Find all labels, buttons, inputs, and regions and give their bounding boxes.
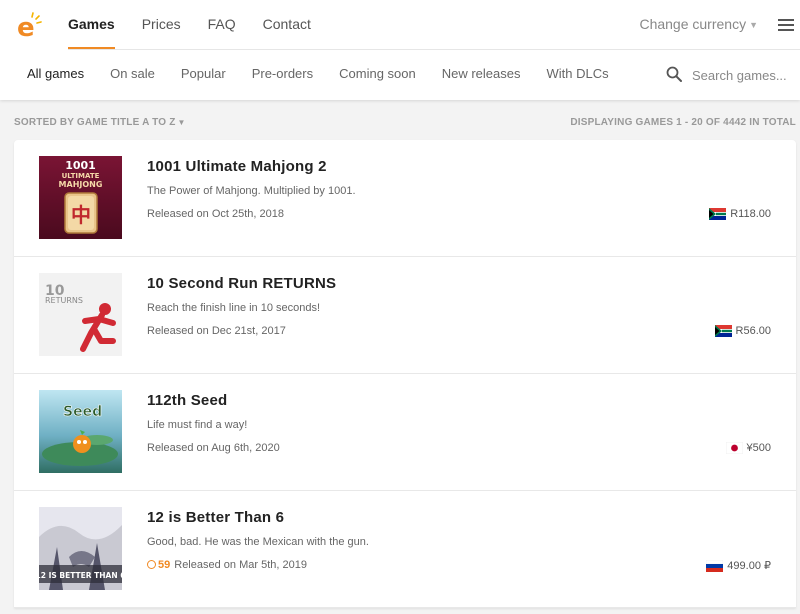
price: ¥500: [725, 442, 771, 454]
release-date: Released on Mar 5th, 2019: [174, 559, 307, 571]
top-bar: e Games Prices FAQ Contact Change curren…: [0, 0, 800, 100]
cover-text: Seed: [63, 404, 102, 420]
cover-text: ULTIMATE: [62, 172, 100, 180]
price: R56.00: [714, 325, 771, 337]
game-list: 1001 ULTIMATE MAHJONG 中 1001 Ultimate Ma…: [14, 140, 796, 608]
russia-flag-icon: [706, 559, 724, 572]
game-description: Good, bad. He was the Mexican with the g…: [147, 536, 369, 548]
release-date: Released on Dec 21st, 2017: [147, 325, 286, 337]
south-africa-flag-icon: [714, 325, 732, 337]
release-line: 59 Released on Mar 5th, 2019: [147, 559, 307, 571]
game-title[interactable]: 1001 Ultimate Mahjong 2: [147, 158, 327, 175]
search-box[interactable]: [666, 64, 796, 86]
game-description: Reach the finish line in 10 seconds!: [147, 302, 321, 314]
game-title[interactable]: 112th Seed: [147, 392, 227, 409]
nav-prices[interactable]: Prices: [142, 0, 181, 50]
filter-with-dlcs[interactable]: With DLCs: [547, 50, 609, 100]
cover-text: MAHJONG: [59, 180, 103, 189]
change-currency-dropdown[interactable]: Change currency ▼: [639, 16, 758, 32]
filter-pre-orders[interactable]: Pre-orders: [252, 50, 313, 100]
filter-new-releases[interactable]: New releases: [442, 50, 521, 100]
main-nav: Games Prices FAQ Contact: [68, 0, 338, 50]
eshop-logo-icon[interactable]: e: [14, 11, 42, 39]
price-value: ¥500: [746, 442, 771, 454]
cover-text: 中: [71, 203, 91, 227]
filter-popular[interactable]: Popular: [181, 50, 226, 100]
filter-all-games[interactable]: All games: [27, 50, 84, 100]
game-description: Life must find a way!: [147, 419, 248, 431]
game-cover-image[interactable]: 12 IS BETTER THAN 6: [39, 507, 122, 590]
nav-games[interactable]: Games: [68, 0, 115, 50]
price-value: 499.00 ₽: [727, 560, 771, 572]
south-africa-flag-icon: [709, 208, 727, 220]
release-date: Released on Oct 25th, 2018: [147, 208, 284, 220]
metascore-value: 59: [158, 559, 171, 571]
search-icon[interactable]: [666, 66, 682, 82]
nav-faq[interactable]: FAQ: [208, 0, 236, 50]
metascore-badge: 59: [147, 559, 170, 571]
cover-text: 1001: [65, 159, 96, 172]
sort-label: SORTED BY GAME TITLE A TO Z: [14, 117, 176, 128]
filter-nav: All games On sale Popular Pre-orders Com…: [27, 50, 635, 100]
price: 499.00 ₽: [706, 559, 771, 572]
game-cover-image[interactable]: Seed: [39, 390, 122, 473]
game-row[interactable]: 10 RETURNS 10 Second Run RETURNS Reach t…: [14, 257, 796, 374]
game-row[interactable]: 12 IS BETTER THAN 6 12 is Better Than 6 …: [14, 491, 796, 608]
chevron-down-icon: ▼: [177, 118, 186, 127]
game-row[interactable]: Seed 112th Seed Life must find a way! Re…: [14, 374, 796, 491]
game-description: The Power of Mahjong. Multiplied by 1001…: [147, 185, 356, 197]
price-value: R118.00: [730, 208, 771, 220]
nav-contact[interactable]: Contact: [263, 0, 311, 50]
menu-icon[interactable]: [778, 19, 794, 31]
game-title[interactable]: 10 Second Run RETURNS: [147, 275, 336, 292]
cover-text: RETURNS: [45, 296, 83, 305]
cover-text: 12 IS BETTER THAN 6: [39, 571, 122, 580]
price: R118.00: [709, 208, 771, 220]
chevron-down-icon: ▼: [749, 20, 758, 30]
release-date: Released on Aug 6th, 2020: [147, 442, 280, 454]
game-row[interactable]: 1001 ULTIMATE MAHJONG 中 1001 Ultimate Ma…: [14, 140, 796, 257]
japan-flag-icon: [725, 442, 743, 454]
search-input[interactable]: [692, 64, 796, 86]
game-title[interactable]: 12 is Better Than 6: [147, 509, 284, 526]
game-cover-image[interactable]: 10 RETURNS: [39, 273, 122, 356]
sort-row: SORTED BY GAME TITLE A TO Z ▼ DISPLAYING …: [14, 117, 796, 129]
filter-coming-soon[interactable]: Coming soon: [339, 50, 416, 100]
results-count: DISPLAYING GAMES 1 - 20 OF 4442 IN TOTAL: [570, 117, 796, 128]
score-ring-icon: [147, 560, 156, 569]
game-cover-image[interactable]: 1001 ULTIMATE MAHJONG 中: [39, 156, 122, 239]
price-value: R56.00: [735, 325, 771, 337]
currency-label: Change currency: [639, 16, 747, 32]
sort-dropdown[interactable]: SORTED BY GAME TITLE A TO Z ▼: [14, 117, 186, 128]
filter-on-sale[interactable]: On sale: [110, 50, 155, 100]
